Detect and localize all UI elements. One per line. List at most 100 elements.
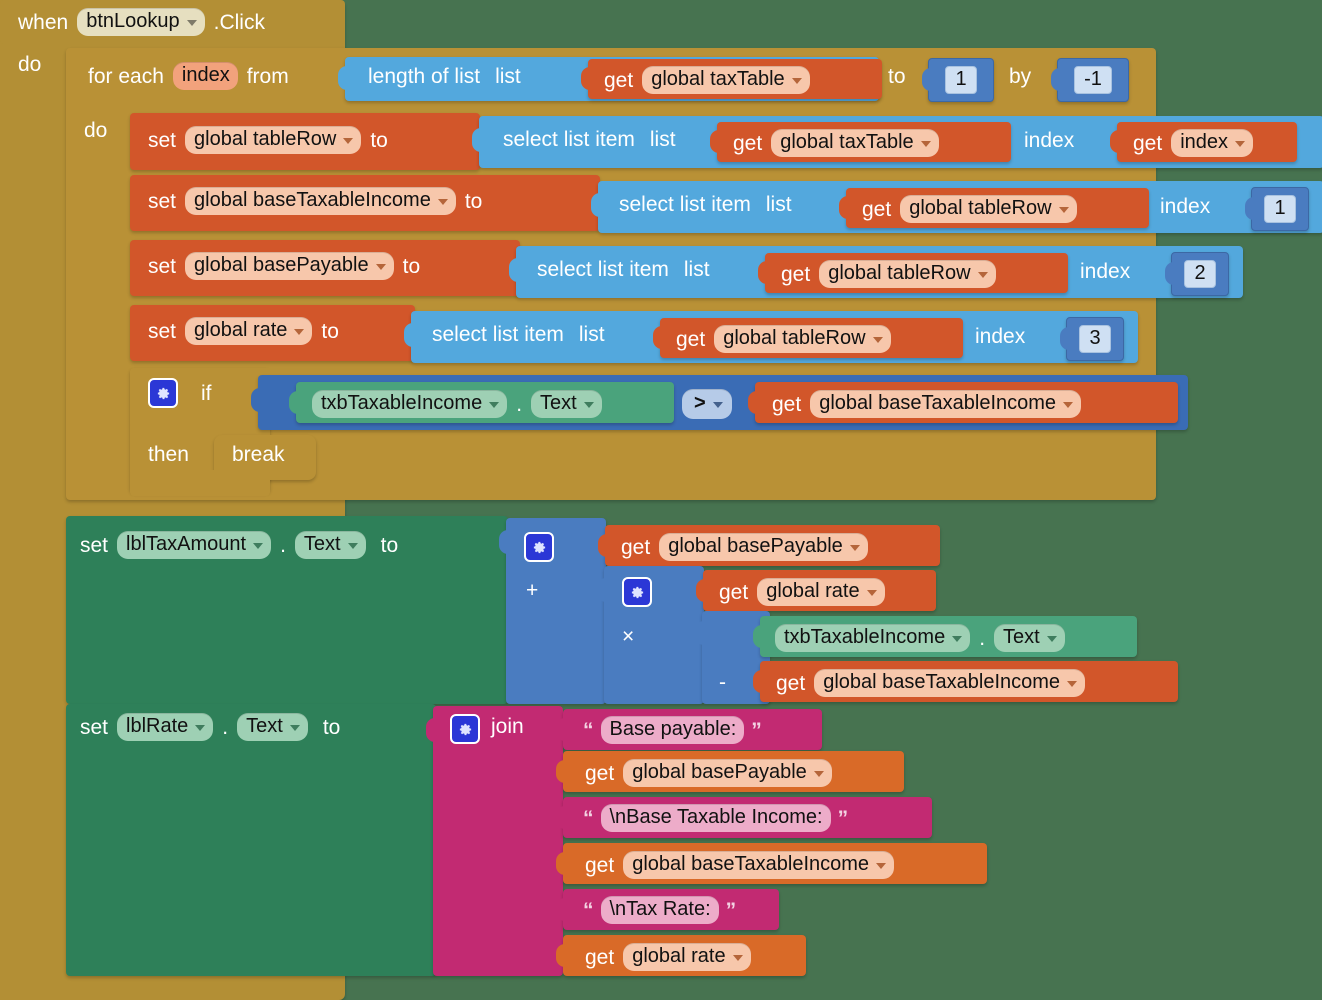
chevron-down-icon[interactable]	[583, 401, 594, 408]
chevron-down-icon[interactable]	[712, 401, 723, 408]
for-each-by-value[interactable]: -1	[1074, 66, 1112, 94]
gear-icon[interactable]	[450, 714, 480, 744]
subtraction-plug	[695, 621, 707, 645]
chevron-down-icon[interactable]	[813, 770, 824, 777]
chevron-down-icon[interactable]	[1063, 401, 1074, 408]
get-rate-math-dropdown[interactable]: global rate	[757, 578, 885, 606]
get-tablerow-3-dropdown[interactable]: global tableRow	[819, 260, 996, 288]
chevron-down-icon[interactable]	[791, 77, 802, 84]
lblrate-property-dropdown[interactable]: Text	[237, 713, 308, 741]
break-label: break	[232, 443, 285, 466]
txbtaxableincome-math-component-dropdown[interactable]: txbTaxableIncome	[775, 624, 971, 652]
select-list-item-3-plug	[509, 258, 521, 282]
get-taxtable-1-dropdown[interactable]: global taxTable	[771, 129, 939, 157]
index-number-4-value[interactable]: 3	[1079, 325, 1111, 353]
index-number-2-value[interactable]: 1	[1264, 195, 1296, 223]
get-tablerow-4-row: get global tableRow	[676, 325, 891, 353]
set-basepayable-variable: global basePayable	[194, 254, 369, 276]
chevron-down-icon[interactable]	[186, 19, 197, 26]
get-tablerow-4-dropdown[interactable]: global tableRow	[714, 325, 891, 353]
join-item-3-text-field[interactable]: \nBase Taxable Income:	[600, 804, 831, 832]
chevron-down-icon[interactable]	[977, 271, 988, 278]
chevron-down-icon[interactable]	[437, 198, 448, 205]
get-basetaxableincome-if-dropdown[interactable]: global baseTaxableIncome	[810, 390, 1082, 418]
set-basepayable-dropdown[interactable]: global basePayable	[185, 252, 394, 280]
set-lblrate-text-block[interactable]	[66, 704, 436, 976]
chevron-down-icon[interactable]	[489, 401, 500, 408]
chevron-down-icon[interactable]	[920, 140, 931, 147]
get-basepayable-math-dropdown[interactable]: global basePayable	[659, 533, 868, 561]
set-rate-dropdown[interactable]: global rate	[185, 317, 313, 345]
chevron-down-icon[interactable]	[876, 862, 887, 869]
get-basetaxableincome-if-plug	[748, 391, 760, 414]
join-item-2-dropdown[interactable]: global basePayable	[623, 759, 832, 787]
join-item-1-text-field[interactable]: Base payable:	[600, 716, 745, 744]
join-item-4-dropdown[interactable]: global baseTaxableIncome	[623, 851, 895, 879]
chevron-down-icon[interactable]	[1046, 635, 1057, 642]
chevron-down-icon[interactable]	[289, 724, 300, 731]
chevron-down-icon[interactable]	[866, 589, 877, 596]
join-item-6-dropdown[interactable]: global rate	[623, 943, 751, 971]
lbltaxamount-property-dropdown[interactable]: Text	[294, 531, 366, 559]
join-item-5-text-field[interactable]: \nTax Rate:	[600, 896, 719, 924]
to-label: to	[322, 715, 341, 739]
gear-icon[interactable]	[622, 577, 652, 607]
length-of-list-row: length of list list	[368, 66, 521, 87]
get-index-dropdown[interactable]: index	[1171, 129, 1254, 157]
for-each-to-value[interactable]: 1	[945, 66, 977, 94]
set-label: set	[148, 189, 177, 213]
get-tablerow-4-variable: global tableRow	[723, 327, 866, 349]
txbtaxableincome-component-dropdown[interactable]: txbTaxableIncome	[312, 390, 508, 418]
get-basepayable-math-variable: global basePayable	[668, 535, 843, 557]
chevron-down-icon[interactable]	[849, 544, 860, 551]
chevron-down-icon[interactable]	[253, 542, 264, 549]
for-each-to-number[interactable]: 1	[922, 58, 994, 102]
get-taxtable-dropdown[interactable]: global taxTable	[642, 66, 810, 94]
chevron-down-icon[interactable]	[294, 328, 305, 335]
chevron-down-icon[interactable]	[375, 263, 386, 270]
set-basetaxableincome-dropdown[interactable]: global baseTaxableIncome	[185, 187, 456, 215]
join-block[interactable]	[426, 706, 563, 976]
chevron-down-icon[interactable]	[732, 954, 743, 961]
event-component-dropdown[interactable]: btnLookup	[77, 8, 205, 36]
multiplication-block[interactable]	[597, 566, 704, 704]
event-header-row: when btnLookup .Click	[18, 8, 265, 36]
chevron-down-icon[interactable]	[1058, 206, 1069, 213]
for-each-by-number[interactable]: -1	[1051, 58, 1129, 102]
set-tablerow-dropdown[interactable]: global tableRow	[185, 126, 362, 154]
to-number-plug	[922, 68, 933, 91]
join-item-3-value: \nBase Taxable Income:	[609, 806, 823, 828]
gear-icon[interactable]	[148, 378, 178, 408]
chevron-down-icon[interactable]	[952, 635, 963, 642]
gear-icon[interactable]	[524, 532, 554, 562]
lbltaxamount-component-dropdown[interactable]: lblTaxAmount	[117, 531, 272, 559]
chevron-down-icon[interactable]	[343, 137, 354, 144]
index-number-4[interactable]: 3	[1060, 317, 1124, 361]
blocks-canvas[interactable]: when btnLookup .Click do for each index …	[0, 0, 1322, 1000]
get-tablerow-2-dropdown[interactable]: global tableRow	[900, 195, 1077, 223]
get-label: get	[676, 327, 706, 351]
for-each-by-label: by	[1009, 65, 1032, 88]
event-name-label: .Click	[213, 10, 265, 34]
index-number-3-value[interactable]: 2	[1184, 260, 1216, 288]
set-rate-row: set global rate to	[148, 317, 339, 345]
loop-variable-field[interactable]: index	[172, 62, 238, 90]
txbtaxableincome-math-property-dropdown[interactable]: Text	[994, 624, 1065, 652]
addition-block[interactable]	[499, 518, 606, 704]
chevron-down-icon[interactable]	[195, 724, 206, 731]
index-number-3[interactable]: 2	[1165, 252, 1229, 296]
get-index-variable: index	[1180, 131, 1229, 153]
chevron-down-icon[interactable]	[1067, 680, 1078, 687]
get-label: get	[719, 580, 749, 604]
get-basetaxableincome-math-row: get global baseTaxableIncome	[776, 669, 1086, 697]
chevron-down-icon[interactable]	[872, 336, 883, 343]
get-basetaxableincome-math-dropdown[interactable]: global baseTaxableIncome	[814, 669, 1086, 697]
comparison-operator-dropdown[interactable]: >	[682, 389, 732, 419]
chevron-down-icon[interactable]	[1235, 140, 1246, 147]
lblrate-component-dropdown[interactable]: lblRate	[117, 713, 214, 741]
select-list-item-4-plug	[404, 323, 416, 347]
for-each-to-label: to	[888, 65, 906, 88]
chevron-down-icon[interactable]	[347, 542, 358, 549]
txbtaxableincome-property-dropdown[interactable]: Text	[531, 390, 602, 418]
index-number-2[interactable]: 1	[1245, 187, 1309, 231]
